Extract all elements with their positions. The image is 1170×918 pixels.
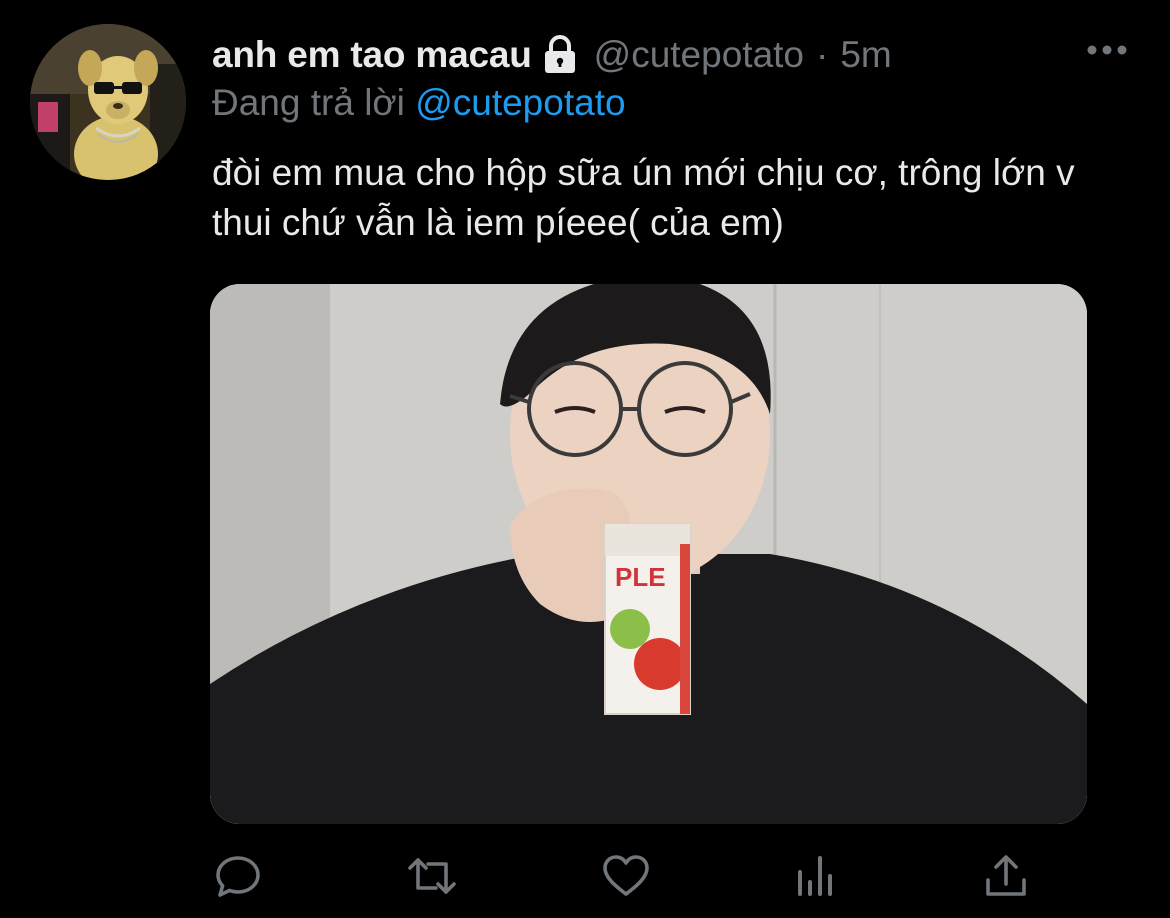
avatar-image: [30, 24, 186, 180]
tweet-text: đòi em mua cho hộp sữa ún mới chịu cơ, t…: [212, 152, 1075, 243]
reply-prefix: Đang trả lời: [212, 82, 405, 123]
tweet-media[interactable]: PLE: [210, 284, 1087, 824]
replying-to: Đang trả lời @cutepotato: [212, 80, 626, 126]
avatar[interactable]: [30, 24, 186, 180]
timestamp[interactable]: 5m: [840, 34, 891, 76]
media-box-label: PLE: [615, 562, 666, 592]
tweet-header: anh em tao macau @cutepotato · 5m: [212, 30, 892, 80]
tweet-actions: [212, 850, 1032, 902]
heart-icon[interactable]: [600, 850, 652, 902]
more-icon[interactable]: [1084, 42, 1130, 58]
share-icon[interactable]: [980, 850, 1032, 902]
media-photo: PLE: [210, 284, 1087, 824]
user-handle[interactable]: @cutepotato: [594, 34, 804, 76]
reply-mention-link[interactable]: @cutepotato: [415, 82, 625, 123]
tweet: anh em tao macau @cutepotato · 5m Đang t…: [0, 0, 1170, 918]
display-name[interactable]: anh em tao macau: [212, 34, 532, 76]
retweet-icon[interactable]: [406, 850, 458, 902]
lock-icon: [542, 35, 578, 75]
reply-icon[interactable]: [212, 850, 264, 902]
views-icon[interactable]: [790, 850, 842, 902]
separator-dot: ·: [816, 34, 829, 75]
